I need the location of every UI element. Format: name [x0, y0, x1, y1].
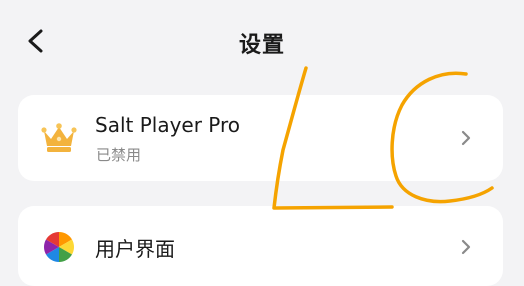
user-interface-title: 用户界面	[95, 237, 175, 261]
salt-player-pro-card[interactable]: Salt Player Pro 已禁用	[18, 95, 503, 181]
crown-icon	[41, 123, 77, 152]
user-interface-card[interactable]: 用户界面	[18, 206, 503, 286]
top-bar: 设置	[0, 0, 524, 84]
pro-status-text: 已禁用	[96, 146, 142, 164]
chevron-right-icon	[461, 130, 471, 146]
chevron-right-icon	[461, 239, 471, 255]
page-title: 设置	[238, 33, 285, 58]
color-palette-icon	[44, 232, 74, 262]
pro-title: Salt Player Pro	[95, 113, 241, 137]
